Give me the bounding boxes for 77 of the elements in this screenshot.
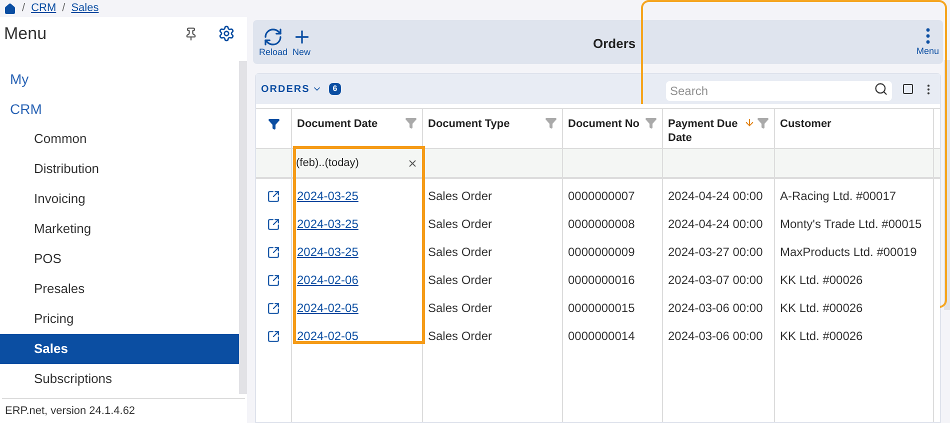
open-link-icon[interactable] (267, 246, 280, 258)
breadcrumb-link[interactable]: CRM (31, 0, 56, 17)
search-icon[interactable] (874, 82, 888, 96)
table-cell-text: 2024-03-07 00:00 (668, 272, 763, 289)
table-cell-text: Sales Order (428, 244, 492, 261)
table-cell-text: MaxProducts Ltd. #00019 (780, 244, 917, 261)
date-link[interactable]: 2024-03-25 (297, 215, 358, 233)
sidebar-title: Menu (4, 23, 47, 45)
table-cell-text: 2024-03-06 00:00 (668, 300, 763, 317)
pin-icon[interactable] (184, 26, 198, 40)
table-cell-text: Sales Order (428, 272, 492, 289)
menu-item[interactable]: Pricing (0, 304, 239, 334)
column-header[interactable]: Document Date (297, 117, 403, 131)
table-cell-text: Sales Order (428, 216, 492, 233)
table-cell-text: 0000000009 (568, 244, 635, 261)
table-cell-text: 2024-04-24 00:00 (668, 188, 763, 205)
date-link[interactable]: 2024-02-05 (297, 327, 358, 345)
scrollbar[interactable] (239, 61, 247, 394)
menu-item[interactable]: Common (0, 124, 239, 154)
column-header[interactable]: Document Type (428, 117, 543, 131)
table-cell-text: 0000000016 (568, 272, 635, 289)
toolbar-title: Orders (593, 35, 636, 53)
table-cell-text: 0000000008 (568, 216, 635, 233)
table-cell-text: 2024-03-06 00:00 (668, 328, 763, 345)
date-link[interactable]: 2024-03-25 (297, 187, 358, 205)
home-icon[interactable] (4, 2, 16, 14)
count-badge: 6 (328, 83, 342, 95)
menu-item[interactable]: Subscriptions (0, 364, 239, 394)
settings-icon[interactable] (218, 25, 235, 42)
open-link-icon[interactable] (267, 302, 280, 314)
table-cell-text: 2024-04-24 00:00 (668, 216, 763, 233)
menu-item[interactable]: Invoicing (0, 184, 239, 214)
breadcrumb-link[interactable]: Sales (71, 0, 99, 17)
search-field[interactable]: Search (666, 81, 892, 101)
breadcrumb-separator: / (61, 1, 66, 16)
clear-icon[interactable] (407, 158, 418, 168)
table-cell-text: 0000000014 (568, 328, 635, 345)
checkbox-icon[interactable] (902, 83, 914, 95)
table-cell-text: A-Racing Ltd. #00017 (780, 188, 896, 205)
open-link-icon[interactable] (267, 190, 280, 202)
table-cell-text: 2024-03-27 00:00 (668, 244, 763, 261)
date-link[interactable]: 2024-02-06 (297, 271, 358, 289)
table-cell-text: Sales Order (428, 300, 492, 317)
column-header[interactable]: Customer (780, 117, 928, 131)
open-link-icon[interactable] (267, 218, 280, 230)
table-cell-text: 0000000007 (568, 188, 635, 205)
version-text: ERP.net, version 24.1.4.62 (5, 404, 136, 419)
table-cell-text: Sales Order (428, 188, 492, 205)
reload-button[interactable]: Reload (257, 27, 290, 57)
table-cell-text: KK Ltd. #00026 (780, 272, 863, 289)
menu-item[interactable]: POS (0, 244, 239, 274)
table-cell-text: KK Ltd. #00026 (780, 328, 863, 345)
menu-icon (926, 28, 930, 44)
orders-dropdown[interactable]: ORDERS (261, 82, 322, 96)
column-header[interactable]: Document No (568, 117, 643, 131)
table-cell-text: Monty's Trade Ltd. #00015 (780, 216, 922, 233)
new-button[interactable]: New (290, 27, 314, 57)
open-link-icon[interactable] (267, 274, 280, 286)
table-cell-text: KK Ltd. #00026 (780, 300, 863, 317)
menu-item[interactable]: Presales (0, 274, 239, 304)
menu-button[interactable]: Menu (916, 28, 939, 56)
table-cell-text: 0000000015 (568, 300, 635, 317)
reload-icon (263, 27, 284, 47)
menu-item[interactable]: Sales (0, 334, 239, 364)
open-link-icon[interactable] (267, 330, 280, 342)
menu-group[interactable]: My (0, 64, 239, 94)
breadcrumb-separator: / (21, 1, 26, 16)
date-link[interactable]: 2024-03-25 (297, 243, 358, 261)
filter-field[interactable]: (feb)..(today) (296, 154, 418, 172)
menu-group[interactable]: CRM (0, 94, 239, 124)
column-header[interactable]: Payment Due Date (668, 117, 742, 145)
menu-item[interactable]: Marketing (0, 214, 239, 244)
sort-arrow-icon[interactable] (744, 117, 755, 128)
filter-icon[interactable] (268, 118, 280, 130)
table-cell-text: Sales Order (428, 328, 492, 345)
date-link[interactable]: 2024-02-05 (297, 299, 358, 317)
menu-item[interactable]: Distribution (0, 154, 239, 184)
